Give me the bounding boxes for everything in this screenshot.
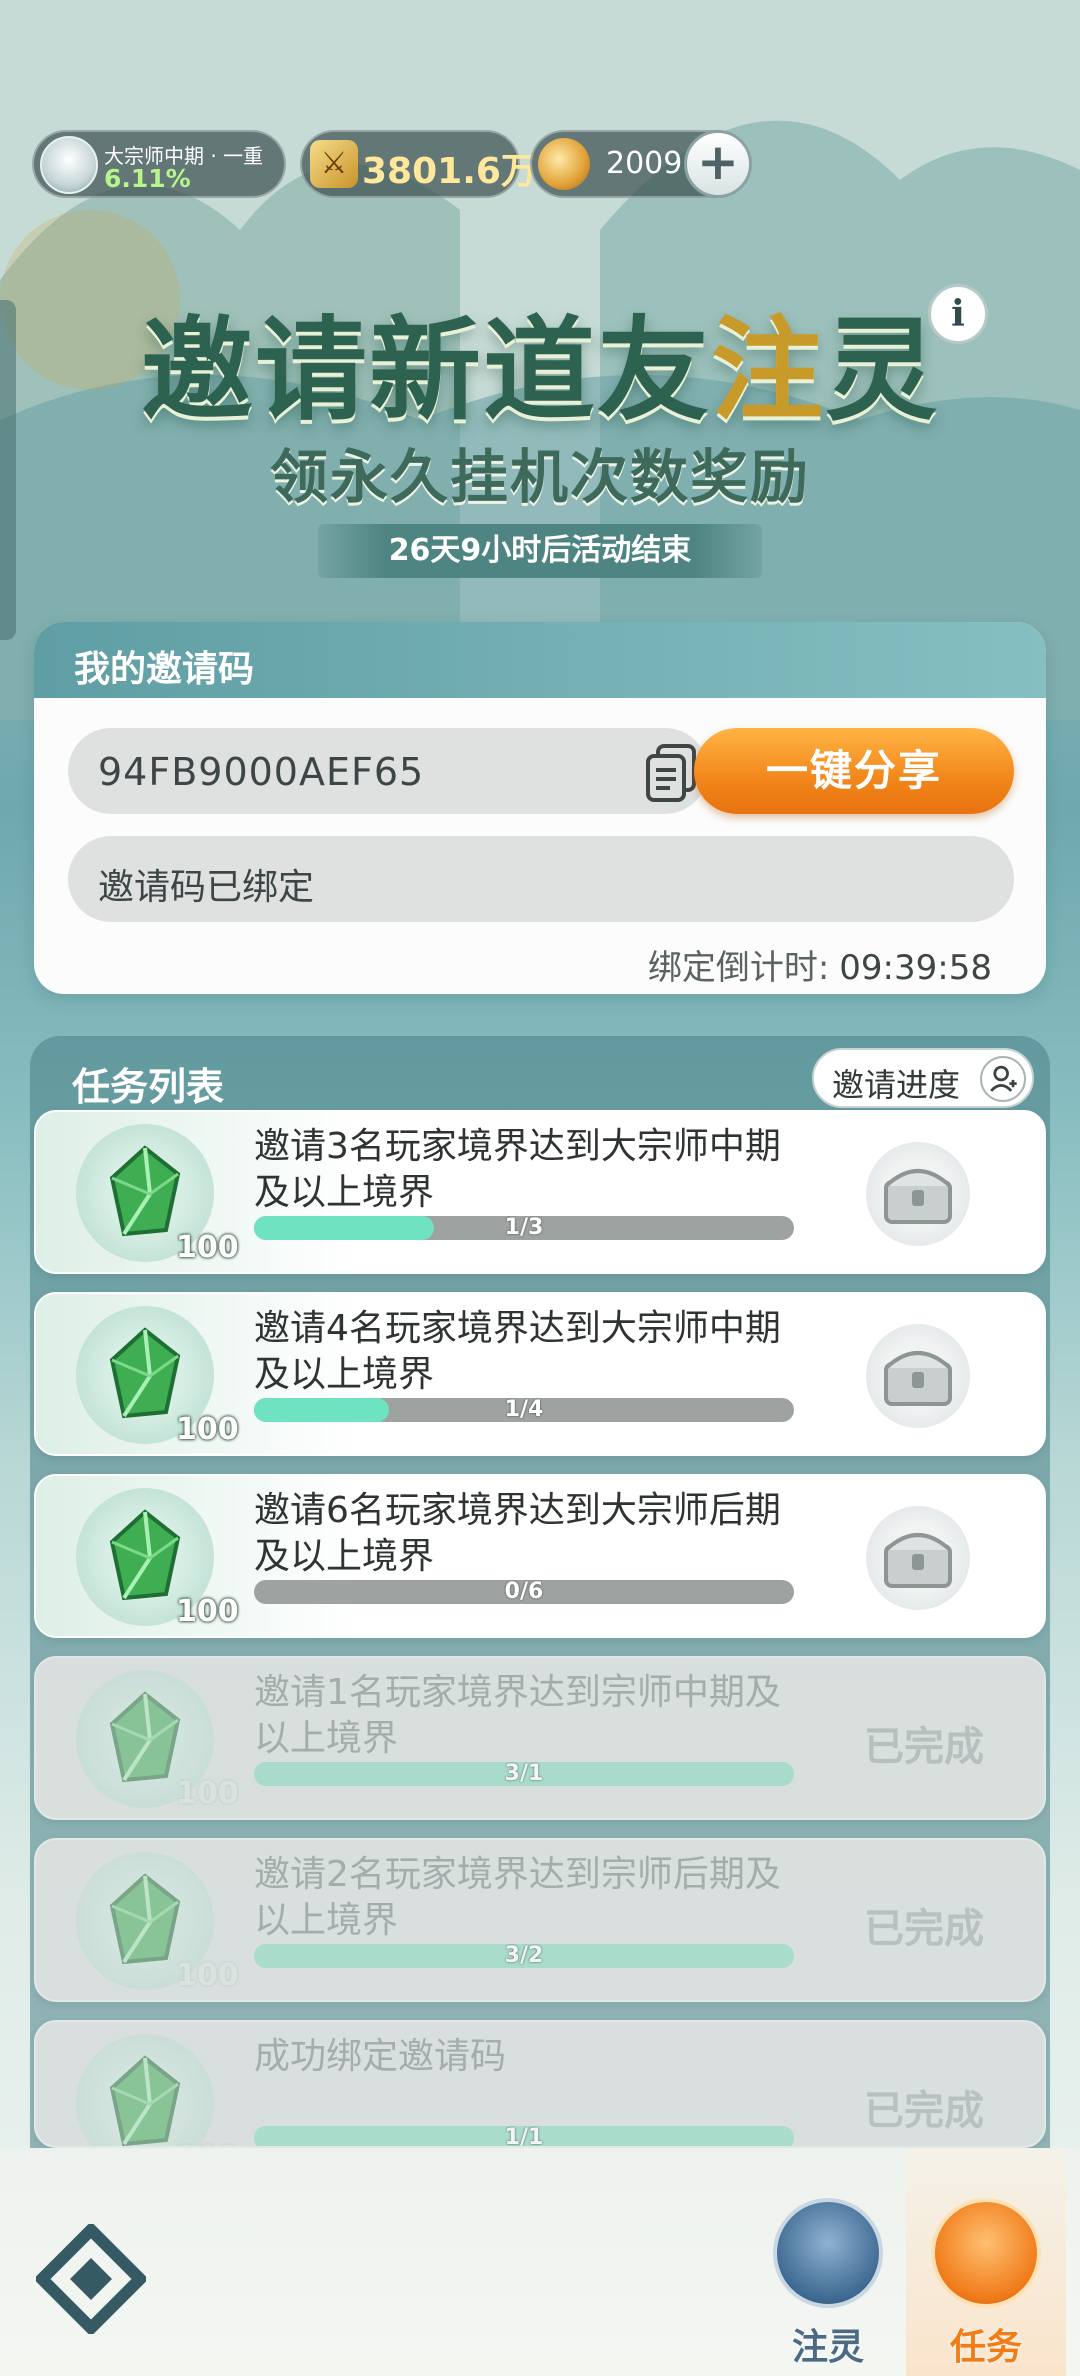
countdown-label: 绑定倒计时: [647,948,830,988]
task-item[interactable]: 100 邀请1名玩家境界达到宗师中期及以上境界 3/1 已完成 [34,1656,1046,1820]
task-item[interactable]: 100 邀请4名玩家境界达到大宗师中期及以上境界 1/4 [34,1292,1046,1456]
task-desc: 邀请1名玩家境界达到宗师中期及以上境界 [254,1672,781,1759]
scroll-icon [931,2198,1041,2308]
gem-icon [109,1873,181,1965]
task-reward: 100 [76,2034,239,2146]
task-reward-chest[interactable] [866,1324,970,1428]
task-desc: 成功绑定邀请码 [254,2036,507,2077]
invite-code: 94FB9000AEF65 [98,750,425,794]
task-reward-qty: 100 [176,1958,239,1993]
swords-icon: ⚔ [310,140,358,188]
title-text-highlight: 注 [711,306,825,436]
invite-code-card: 我的邀请码 94FB9000AEF65 一键分享 邀请码已绑定 绑定倒计时: 09… [34,622,1046,994]
task-reward-qty: 100 [176,1230,239,1265]
gem-icon [109,2055,181,2146]
task-reward-chest[interactable] [866,1142,970,1246]
gem-icon [109,1691,181,1783]
task-reward: 100 [76,1852,239,1993]
coin-chip[interactable]: 2009 + [530,130,752,198]
coin-icon [538,138,590,190]
chest-icon [884,1169,952,1224]
title-text-1: 邀请新道友 [141,306,711,436]
countdown-value: 09:39:58 [839,948,992,988]
gem-icon [109,1145,181,1237]
nav-task[interactable]: 任务 [906,2148,1066,2376]
task-desc: 邀请4名玩家境界达到大宗师中期及以上境界 [254,1308,781,1395]
task-progress-bar: 1/4 [254,1398,794,1422]
task-reward-qty: 100 [176,1776,239,1811]
gem-icon [109,1509,181,1601]
nav-zhuling-label: 注灵 [791,2327,864,2368]
task-reward: 100 [76,1670,239,1811]
event-time-ribbon: 26天9小时后活动结束 [318,524,762,578]
task-item[interactable]: 100 邀请3名玩家境界达到大宗师中期及以上境界 1/3 [34,1110,1046,1274]
invite-progress-button[interactable]: 邀请进度 [812,1048,1034,1108]
invite-card-title: 我的邀请码 [74,649,255,690]
task-progress-bar: 3/2 [254,1944,794,1968]
invite-code-field: 94FB9000AEF65 [68,728,708,814]
page-subtitle: 领永久挂机次数奖励 [269,443,810,511]
task-reward-chest[interactable] [866,1506,970,1610]
task-progress-text: 0/6 [504,1580,544,1604]
task-progress-bar: 0/6 [254,1580,794,1604]
title-text-2: 灵 [825,306,939,436]
task-item[interactable]: 100 邀请2名玩家境界达到宗师后期及以上境界 3/2 已完成 [34,1838,1046,2002]
user-icon [980,1056,1026,1102]
invite-progress-label: 邀请进度 [832,1066,961,1104]
task-progress-bar: 1/1 [254,2126,794,2148]
task-reward: 100 [76,1488,239,1629]
task-desc: 邀请2名玩家境界达到宗师后期及以上境界 [254,1854,781,1941]
task-desc: 邀请6名玩家境界达到大宗师后期及以上境界 [254,1490,781,1577]
task-done-label: 已完成 [864,1906,984,1952]
task-reward-qty: 100 [176,1594,239,1629]
task-progress-bar: 1/3 [254,1216,794,1240]
game-logo-icon[interactable] [36,2224,146,2334]
avatar [40,136,98,194]
rank-chip[interactable]: 大宗师中期 · 一重 6.11% [32,130,286,198]
task-reward: 100 [76,1306,239,1447]
task-item[interactable]: 100 成功绑定邀请码 1/1 已完成 [34,2020,1046,2148]
task-desc: 邀请3名玩家境界达到大宗师中期及以上境界 [254,1126,781,1213]
task-reward-qty: 100 [176,2140,239,2146]
gem-icon [109,1327,181,1419]
task-done-label: 已完成 [864,2088,984,2134]
task-list-title: 任务列表 [72,1065,225,1109]
chest-icon [884,1533,952,1588]
task-progress-text: 1/1 [504,2126,544,2148]
task-progress-text: 1/3 [504,1216,544,1240]
task-reward-qty: 100 [176,1412,239,1447]
task-progress-text: 3/2 [504,1944,544,1968]
info-button[interactable]: i [928,284,988,344]
page-title: 邀请新道友注灵 [0,280,1080,442]
leaf-icon [773,2198,883,2308]
task-done-label: 已完成 [864,1724,984,1770]
rank-progress: 6.11% [104,164,191,193]
nav-zhuling[interactable]: 注灵 [748,2148,908,2376]
power-chip[interactable]: ⚔ 3801.6万 [300,130,537,198]
task-reward: 100 [76,1124,239,1265]
task-progress-bar: 3/1 [254,1762,794,1786]
add-coin-button[interactable]: + [684,130,752,198]
invite-card-header: 我的邀请码 [34,622,1046,698]
task-progress-text: 3/1 [504,1762,544,1786]
chest-icon [884,1351,952,1406]
bind-countdown: 绑定倒计时: 09:39:58 [648,940,992,989]
power-value: 3801.6万 [362,151,537,192]
nav-task-label: 任务 [949,2327,1022,2368]
share-button[interactable]: 一键分享 [694,728,1014,814]
bound-status-field: 邀请码已绑定 [68,836,1014,922]
copy-icon[interactable] [644,742,700,804]
task-item[interactable]: 100 邀请6名玩家境界达到大宗师后期及以上境界 0/6 [34,1474,1046,1638]
bound-status-text: 邀请码已绑定 [98,867,315,908]
coin-value: 2009 [606,146,683,181]
task-progress-text: 1/4 [504,1398,544,1422]
bottom-nav: 注灵 任务 [0,2148,1080,2376]
